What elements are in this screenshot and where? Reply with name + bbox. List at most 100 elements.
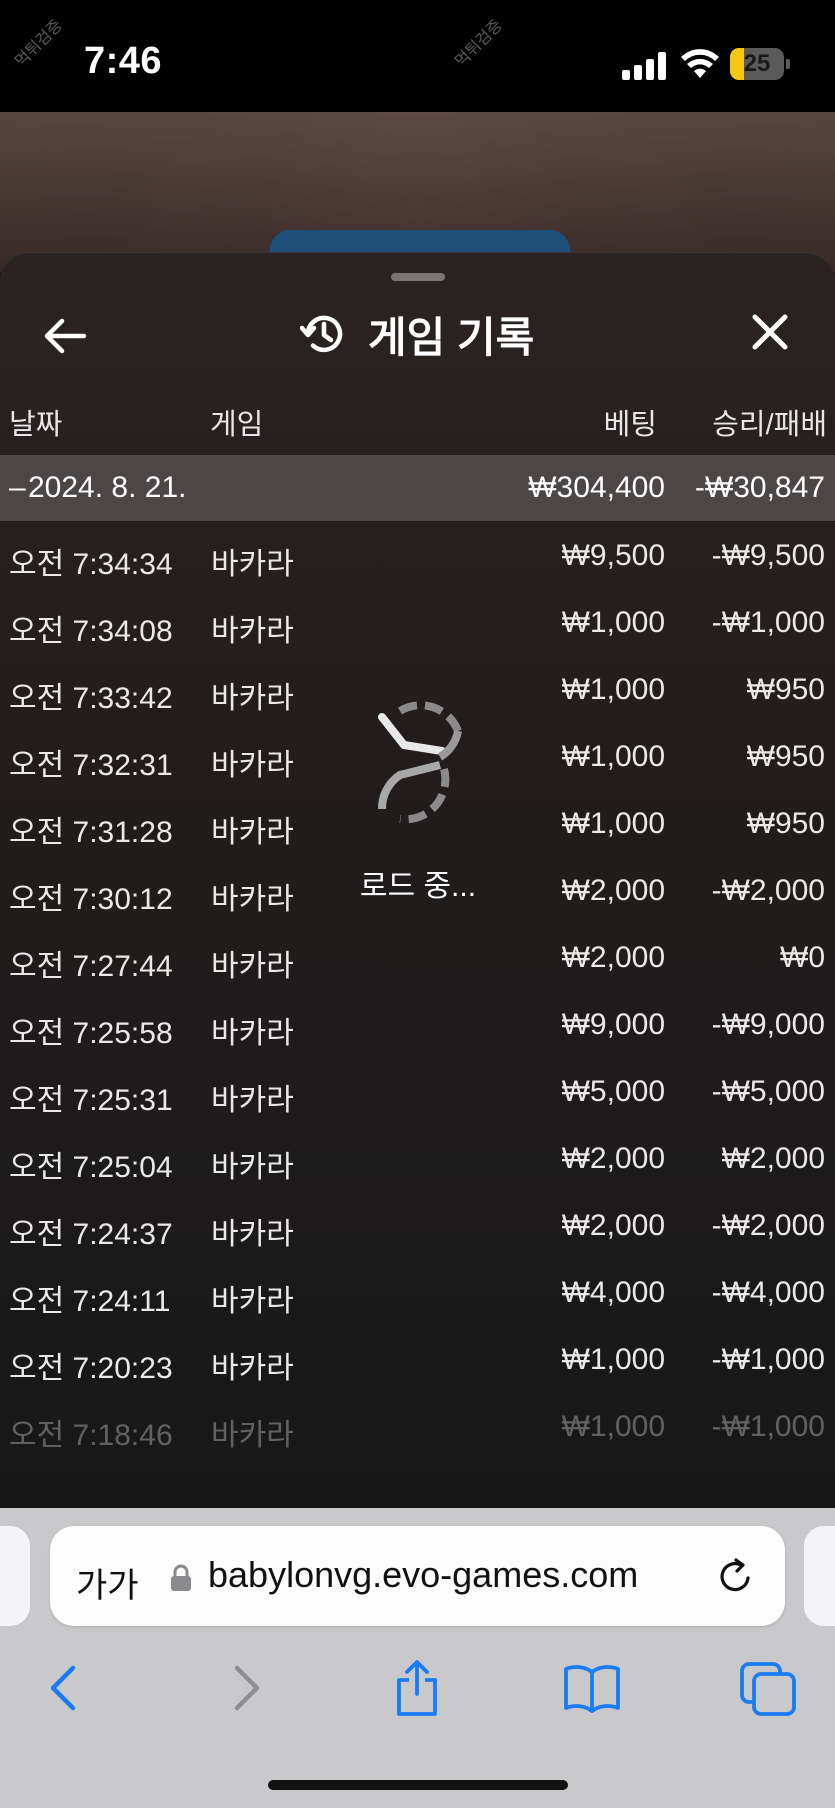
row-game: 바카라	[211, 1352, 294, 1385]
sheet-header: 게임 기록	[0, 293, 835, 373]
status-time: 7:46	[84, 40, 163, 82]
home-indicator	[268, 1780, 568, 1790]
reload-icon[interactable]	[715, 1556, 755, 1596]
row-result: ₩950	[746, 740, 825, 773]
row-result: -₩9,500	[711, 539, 825, 572]
table-row[interactable]: 오전 7:27:44 바카라 ₩2,000 ₩0	[0, 923, 835, 990]
row-game: 바카라	[211, 883, 294, 916]
previous-tab-peek[interactable]	[0, 1526, 30, 1626]
text-size-label: 가가	[76, 1567, 139, 1605]
row-result: -₩2,000	[711, 874, 825, 907]
table-row[interactable]: 오전 7:25:31 바카라 ₩5,000 -₩5,000	[0, 1057, 835, 1124]
sheet-title: 게임 기록	[368, 313, 535, 361]
row-result: -₩5,000	[711, 1075, 825, 1108]
sheet-title-group: 게임 기록	[300, 299, 534, 369]
row-time: 오전 7:30:12	[9, 883, 173, 916]
row-game: 바카라	[211, 816, 294, 849]
row-result: -₩1,000	[711, 1410, 825, 1443]
row-bet: ₩1,000	[561, 1343, 665, 1376]
column-date[interactable]: 날짜	[9, 401, 62, 443]
history-icon	[300, 315, 343, 353]
row-game: 바카라	[211, 749, 294, 782]
row-result: ₩2,000	[721, 1142, 825, 1175]
url-text[interactable]: babylonvg.evo-games.com	[208, 1554, 638, 1596]
table-row[interactable]: 오전 7:25:58 바카라 ₩9,000 -₩9,000	[0, 990, 835, 1057]
group-date: 2024. 8. 21.	[28, 471, 187, 504]
row-game: 바카라	[211, 1017, 294, 1050]
text-size-button[interactable]: 가가	[76, 1558, 139, 1607]
sheet-grabber[interactable]	[391, 273, 445, 281]
browser-bar: 가가 babylonvg.evo-games.com	[0, 1508, 835, 1808]
table-row[interactable]: 오전 7:18:46 바카라 ₩1,000 -₩1,000	[0, 1392, 835, 1459]
row-time: 오전 7:24:37	[9, 1218, 173, 1251]
row-bet: ₩2,000	[561, 1142, 665, 1175]
back-icon[interactable]	[35, 1658, 95, 1718]
loading-spinner-icon	[377, 701, 462, 824]
table-row[interactable]: 오전 7:34:08 바카라 ₩1,000 -₩1,000	[0, 588, 835, 655]
share-icon[interactable]	[387, 1658, 447, 1718]
column-result[interactable]: 승리/패배	[712, 401, 827, 443]
row-bet: ₩1,000	[561, 1410, 665, 1443]
close-icon[interactable]	[745, 307, 795, 357]
row-bet: ₩1,000	[561, 606, 665, 639]
row-game: 바카라	[211, 1084, 294, 1117]
row-time: 오전 7:27:44	[9, 950, 173, 983]
row-game: 바카라	[211, 548, 294, 581]
table-row[interactable]: 오전 7:24:37 바카라 ₩2,000 -₩2,000	[0, 1191, 835, 1258]
row-bet: ₩9,500	[561, 539, 665, 572]
column-game[interactable]: 게임	[210, 401, 263, 443]
browser-toolbar	[0, 1658, 835, 1738]
row-time: 오전 7:31:28	[9, 816, 173, 849]
row-bet: ₩4,000	[561, 1276, 665, 1309]
wifi-icon	[681, 49, 719, 78]
row-game: 바카라	[211, 1285, 294, 1318]
row-bet: ₩2,000	[561, 874, 665, 907]
tabs-icon[interactable]	[738, 1658, 798, 1718]
row-result: -₩2,000	[711, 1209, 825, 1242]
date-group-row[interactable]: – 2024. 8. 21. ₩304,400 -₩30,847	[0, 455, 835, 521]
collapse-icon: –	[9, 471, 26, 504]
row-result: ₩950	[746, 673, 825, 706]
row-bet: ₩9,000	[561, 1008, 665, 1041]
column-bet[interactable]: 베팅	[604, 401, 657, 443]
row-bet: ₩2,000	[561, 1209, 665, 1242]
table-row[interactable]: 오전 7:34:34 바카라 ₩9,500 -₩9,500	[0, 521, 835, 588]
row-result: -₩9,000	[711, 1008, 825, 1041]
group-bet-total: ₩304,400	[528, 471, 665, 504]
row-game: 바카라	[211, 615, 294, 648]
back-arrow-icon[interactable]	[40, 311, 90, 361]
battery-level: 25	[743, 50, 771, 77]
table-row[interactable]: 오전 7:20:23 바카라 ₩1,000 -₩1,000	[0, 1325, 835, 1392]
address-bar[interactable]: 가가 babylonvg.evo-games.com	[50, 1526, 785, 1626]
row-time: 오전 7:25:31	[9, 1084, 173, 1117]
row-time: 오전 7:34:34	[9, 548, 173, 581]
row-result: -₩1,000	[711, 1343, 825, 1376]
bookmarks-icon[interactable]	[562, 1658, 622, 1718]
row-time: 오전 7:24:11	[9, 1285, 171, 1318]
game-history-sheet: 게임 기록 날짜 게임 베팅 승리/패배 – 2024. 8. 21. ₩304…	[0, 252, 835, 1512]
table-row[interactable]: 오전 7:25:04 바카라 ₩2,000 ₩2,000	[0, 1124, 835, 1191]
row-game: 바카라	[211, 1218, 294, 1251]
row-result: -₩4,000	[711, 1276, 825, 1309]
history-list: 오전 7:34:34 바카라 ₩9,500 -₩9,500 오전 7:34:08 바카라 ₩…	[0, 521, 835, 1459]
row-time: 오전 7:20:23	[9, 1352, 173, 1385]
row-bet: ₩5,000	[561, 1075, 665, 1108]
row-result: -₩1,000	[711, 606, 825, 639]
battery-icon: 25	[730, 48, 790, 80]
row-bet: ₩1,000	[561, 673, 665, 706]
forward-icon[interactable]	[215, 1658, 275, 1718]
column-headers: 날짜 게임 베팅 승리/패배	[0, 401, 835, 445]
row-result: ₩0	[780, 941, 825, 974]
loading-text: 로드 중...	[359, 870, 477, 903]
status-bar: 7:46 25	[0, 0, 835, 112]
group-result-total: -₩30,847	[694, 471, 825, 504]
row-time: 오전 7:33:42	[9, 682, 173, 715]
row-time: 오전 7:32:31	[9, 749, 173, 782]
signal-icon	[622, 52, 668, 80]
row-time: 오전 7:25:04	[9, 1151, 173, 1184]
row-game: 바카라	[211, 1419, 294, 1452]
next-tab-peek[interactable]	[804, 1526, 835, 1626]
row-time: 오전 7:25:58	[9, 1017, 173, 1050]
row-time: 오전 7:34:08	[9, 615, 173, 648]
table-row[interactable]: 오전 7:24:11 바카라 ₩4,000 -₩4,000	[0, 1258, 835, 1325]
